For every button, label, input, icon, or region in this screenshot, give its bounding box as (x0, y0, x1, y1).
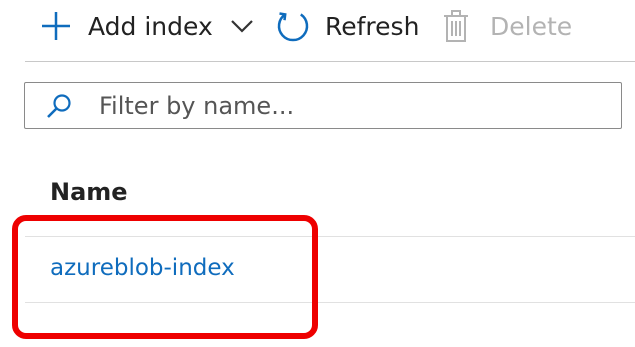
add-index-button[interactable]: Add index (38, 0, 255, 52)
filter-input[interactable] (99, 83, 599, 128)
trash-icon (444, 10, 468, 42)
plus-icon (42, 12, 70, 40)
header-divider (25, 236, 635, 237)
delete-label: Delete (490, 11, 573, 41)
filter-box[interactable] (24, 82, 622, 129)
command-bar: Add index Refresh Delete (0, 0, 635, 52)
refresh-label: Refresh (325, 11, 420, 41)
add-index-label: Add index (88, 11, 213, 41)
refresh-button[interactable]: Refresh (275, 0, 419, 52)
row-divider (25, 302, 635, 303)
delete-button[interactable]: Delete (442, 0, 572, 52)
index-link[interactable]: azureblob-index (50, 255, 235, 281)
toolbar-divider (25, 61, 635, 62)
column-header-name[interactable]: Name (50, 178, 128, 206)
indexes-page: Add index Refresh Delete Filter by name.… (0, 0, 635, 347)
chevron-down-icon[interactable] (229, 13, 255, 39)
search-icon (47, 94, 71, 118)
refresh-icon (277, 12, 309, 42)
